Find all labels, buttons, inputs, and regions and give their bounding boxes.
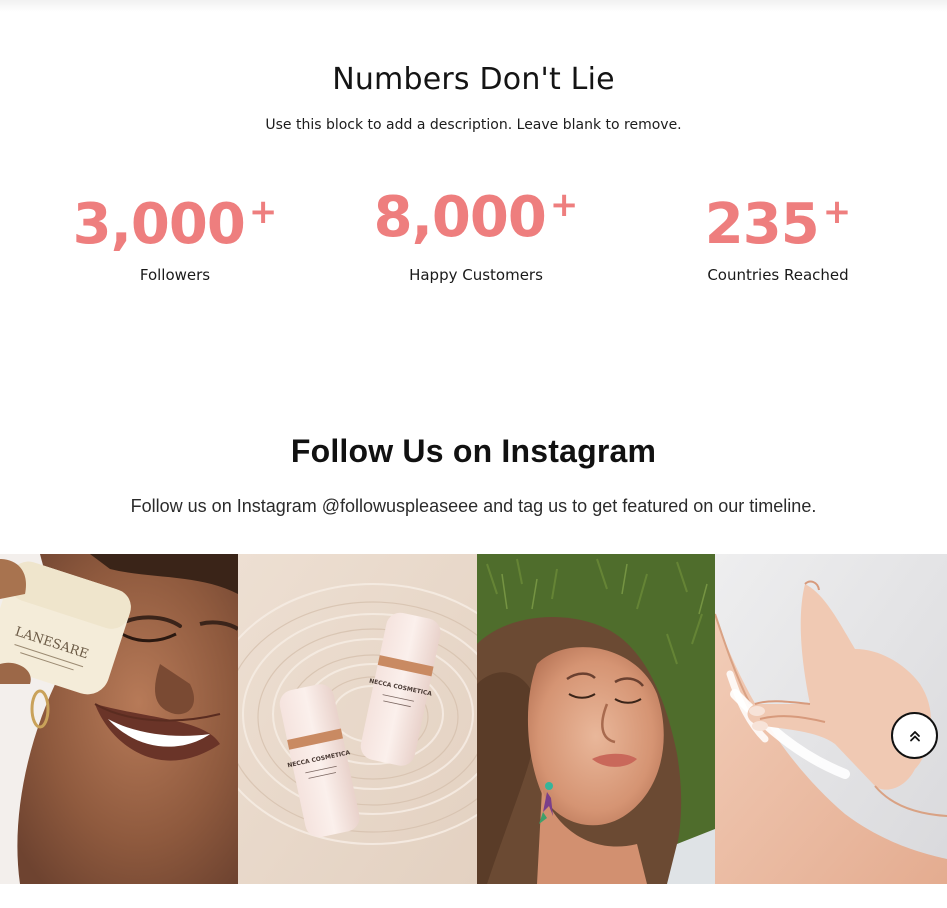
header-shadow xyxy=(0,0,947,12)
photo-woman-on-grass xyxy=(477,554,715,884)
stat-value: 235 + xyxy=(704,192,852,257)
instagram-description: Follow us on Instagram @followuspleaseee… xyxy=(130,496,817,516)
numbers-description: Use this block to add a description. Lea… xyxy=(265,117,682,133)
instagram-title: Follow Us on Instagram xyxy=(290,433,657,469)
instagram-gallery: LANESARE NECCA COSMETICA NECCA COSMETICA xyxy=(0,554,947,884)
stat-label: Happy Customers xyxy=(409,266,543,284)
stat-happy-customers: 8,000 + Happy Customers xyxy=(326,185,626,284)
stat-label: Countries Reached xyxy=(707,266,849,284)
stat-plus: + xyxy=(549,185,579,225)
numbers-title: Numbers Don't Lie xyxy=(332,62,615,97)
stat-value: 3,000 + xyxy=(72,192,278,257)
stat-value: 8,000 + xyxy=(373,185,579,250)
stat-plus: + xyxy=(822,192,852,232)
stat-followers: 3,000 + Followers xyxy=(25,192,325,284)
instagram-photo-woman-grass[interactable] xyxy=(477,554,715,884)
stat-number: 3,000 xyxy=(72,192,246,257)
photo-woman-cream-jar: LANESARE xyxy=(0,554,238,884)
stat-number: 8,000 xyxy=(373,185,547,250)
stat-label: Followers xyxy=(139,266,211,284)
stat-number: 235 xyxy=(704,192,820,257)
instagram-photo-cream-jar[interactable]: LANESARE xyxy=(0,554,238,884)
photo-serum-bottles-in-water: NECCA COSMETICA NECCA COSMETICA xyxy=(238,554,477,884)
stat-countries-reached: 235 + Countries Reached xyxy=(628,192,928,284)
instagram-photo-serum-bottles[interactable]: NECCA COSMETICA NECCA COSMETICA xyxy=(238,554,477,884)
double-chevron-up-icon xyxy=(909,730,920,741)
scroll-to-top-button[interactable] xyxy=(891,712,938,759)
stat-plus: + xyxy=(248,192,278,232)
